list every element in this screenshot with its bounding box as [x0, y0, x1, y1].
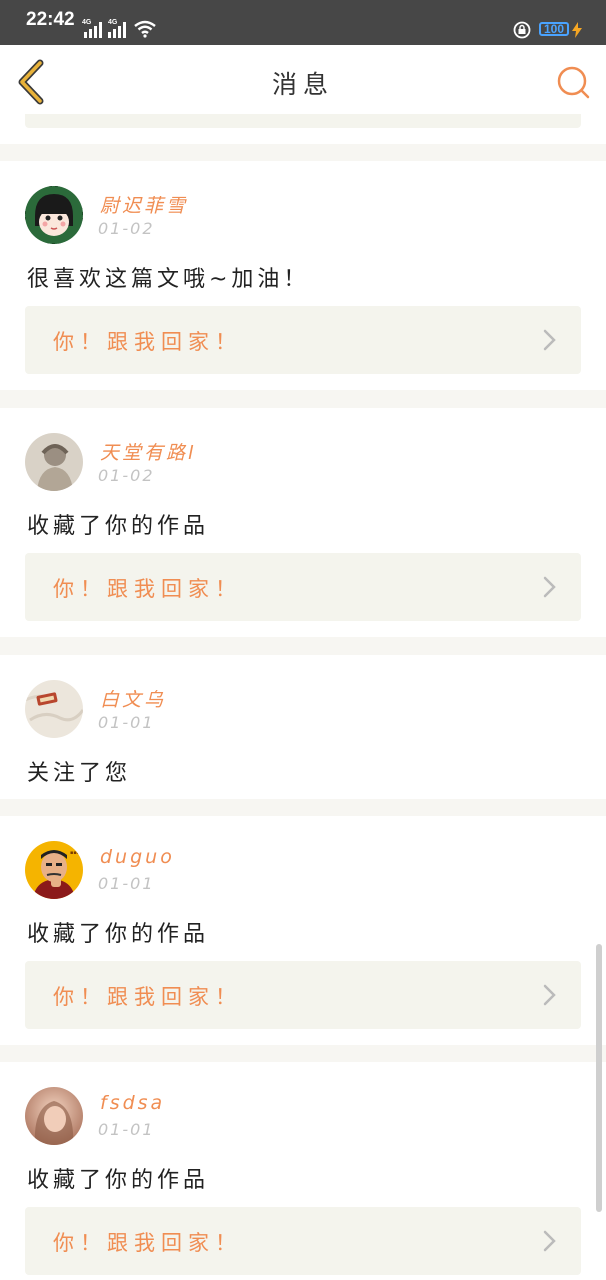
reply-preview[interactable]: 你！跟我回家！ [25, 1207, 581, 1275]
message-text: 很喜欢这篇文哦~加油！ [27, 267, 310, 292]
status-time: 22:42 [26, 9, 75, 30]
list-item [0, 114, 606, 144]
avatar[interactable] [25, 433, 83, 491]
message-text: 收藏了你的作品 [27, 514, 210, 539]
reply-preview[interactable]: 你！跟我回家！ [25, 961, 581, 1029]
app-header: 消息 [0, 45, 606, 119]
avatar[interactable] [25, 680, 83, 738]
user-name[interactable]: duguo [100, 846, 175, 868]
status-bar: 22:42 4G 4G 100 [0, 0, 606, 45]
reply-text: 你！跟我回家！ [53, 985, 242, 1009]
rotation-lock-icon [513, 21, 531, 39]
user-name[interactable]: 尉迟菲雪 [100, 191, 188, 218]
signal-icon [84, 22, 102, 38]
message-date: 01-01 [98, 713, 155, 732]
reply-text: 你！跟我回家！ [53, 1231, 242, 1255]
message-card[interactable]: 白文乌 01-01 关注了您 [0, 655, 606, 799]
reply-text: 你！跟我回家！ [53, 577, 242, 601]
reply-preview[interactable]: 你！跟我回家！ [25, 553, 581, 621]
message-card[interactable]: ▪▪▪ duguo 01-01 收藏了你的作品 你！跟我回家！ [0, 816, 606, 1045]
message-card[interactable]: 尉迟菲雪 01-02 很喜欢这篇文哦~加油！ 你！跟我回家！ [0, 161, 606, 390]
message-text: 收藏了你的作品 [27, 922, 210, 947]
chevron-right-icon [543, 576, 556, 598]
chevron-right-icon [543, 1230, 556, 1252]
message-date: 01-01 [98, 1120, 155, 1139]
avatar[interactable] [25, 1087, 83, 1145]
search-button[interactable] [554, 63, 592, 101]
svg-text:▪▪▪: ▪▪▪ [70, 850, 80, 856]
message-date: 01-01 [98, 874, 155, 893]
signal-icon [108, 22, 126, 38]
battery-indicator: 100 [539, 22, 569, 36]
message-date: 01-02 [98, 219, 155, 238]
user-name[interactable]: 白文乌 [100, 685, 166, 712]
message-card[interactable]: 天堂有路l 01-02 收藏了你的作品 你！跟我回家！ [0, 408, 606, 637]
chevron-right-icon [543, 984, 556, 1006]
reply-preview[interactable]: 你！跟我回家！ [25, 306, 581, 374]
user-name[interactable]: fsdsa [100, 1092, 165, 1114]
message-text: 收藏了你的作品 [27, 1168, 210, 1193]
message-text: 关注了您 [27, 761, 132, 786]
user-name[interactable]: 天堂有路l [100, 438, 196, 465]
message-card[interactable]: fsdsa 01-01 收藏了你的作品 你！跟我回家！ [0, 1062, 606, 1280]
scrollbar[interactable] [596, 944, 602, 1212]
wifi-icon [134, 20, 156, 38]
chevron-right-icon [543, 329, 556, 351]
reply-text: 你！跟我回家！ [53, 330, 242, 354]
avatar[interactable] [25, 186, 83, 244]
avatar[interactable]: ▪▪▪ [25, 841, 83, 899]
page-title: 消息 [271, 70, 334, 99]
charging-icon [572, 22, 582, 38]
message-date: 01-02 [98, 466, 155, 485]
reply-preview[interactable] [25, 114, 581, 128]
